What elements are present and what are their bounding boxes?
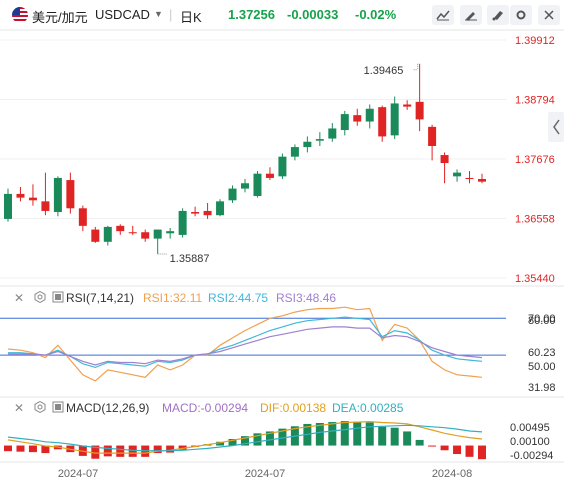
candle-body [340, 114, 349, 131]
macd-axis-label: 0.00100 [510, 436, 550, 448]
candle-body [178, 210, 187, 235]
candle-body [328, 128, 337, 139]
macd-histogram-bar [428, 445, 437, 447]
rsi-settings-icon[interactable] [34, 290, 46, 306]
high-price-label: 1.39465 [364, 65, 404, 77]
price-axis-label: 1.38794 [515, 95, 555, 107]
price-axis-label: 1.35440 [515, 273, 555, 285]
macd-histogram-bar [16, 445, 25, 452]
macd-histogram-bar [4, 445, 12, 452]
macd-histogram-bar [128, 445, 137, 457]
macd-histogram-bar [328, 422, 337, 446]
candle-body [478, 179, 486, 182]
macd-axis-label: -0.00294 [510, 450, 553, 462]
macd-histogram-bar [103, 445, 112, 457]
chevron-left-icon[interactable] [548, 112, 564, 142]
candle-body [216, 201, 225, 216]
candle-body [203, 210, 212, 216]
price-axis-label: 1.36558 [515, 214, 555, 226]
candle-body [116, 225, 125, 232]
candle-body [16, 193, 25, 198]
candle-body [53, 177, 62, 213]
price-axis-label: 1.39912 [515, 35, 555, 47]
low-price-label: 1.35887 [170, 253, 210, 265]
indicator-icon[interactable] [52, 291, 64, 306]
rsi-axis-label: 60.23 [528, 347, 556, 359]
macd-settings-icon[interactable] [34, 400, 46, 416]
candle-body [465, 177, 474, 180]
macd-histogram-bar [453, 445, 462, 455]
candle-body [4, 193, 12, 219]
candle-body [453, 172, 462, 177]
candle-body [191, 212, 200, 214]
macd-histogram-bar [378, 426, 387, 446]
x-axis-label: 2024-07 [58, 468, 98, 480]
dif-value: DIF:0.00138 [260, 401, 327, 415]
candle-body [278, 156, 287, 177]
candle-body [28, 197, 37, 201]
macd-indicator-icon[interactable] [52, 401, 64, 416]
candle-body [390, 103, 399, 136]
candle-body [428, 126, 437, 147]
candle-body [228, 188, 237, 201]
candle-body [78, 208, 87, 226]
rsi1-value: RSI1:32.11 [143, 291, 203, 305]
candle-body [41, 201, 50, 211]
candle-body [415, 101, 424, 120]
macd-label: MACD(12,26,9) [66, 401, 150, 415]
rsi3-value: RSI3:48.46 [276, 291, 337, 305]
macd-histogram-bar [390, 427, 399, 446]
macd-close-icon[interactable]: ✕ [14, 401, 24, 415]
candle-body [153, 229, 162, 239]
macd-value: MACD:-0.00294 [162, 401, 249, 415]
macd-histogram-bar [440, 445, 449, 451]
price-axis-label: 1.37676 [515, 154, 555, 166]
macd-histogram-bar [166, 445, 175, 453]
rsi-close-icon[interactable]: ✕ [14, 291, 24, 305]
macd-histogram-bar [415, 439, 424, 446]
macd-histogram-bar [478, 445, 486, 460]
rsi2-value: RSI2:44.75 [208, 291, 269, 305]
candle-body [303, 141, 312, 148]
candle-body [378, 107, 387, 137]
macd-histogram-bar [315, 422, 324, 446]
x-axis-label: 2024-08 [432, 468, 472, 480]
macd-histogram-bar [353, 421, 362, 446]
candle-body [315, 139, 324, 141]
macd-histogram-bar [403, 431, 412, 446]
dea-value: DEA:0.00285 [332, 401, 404, 415]
candle-body [91, 229, 100, 242]
macd-histogram-bar [28, 445, 37, 453]
candle-body [403, 104, 412, 107]
candle-body [290, 147, 299, 157]
candle-body [440, 155, 449, 164]
rsi-label: RSI(7,14,21) [66, 291, 135, 305]
rsi-axis-label: 50.00 [528, 361, 556, 373]
candle-body [103, 226, 112, 242]
candle-body [265, 173, 274, 178]
candle-body [365, 108, 374, 122]
macd-histogram-bar [465, 445, 474, 457]
candle-body [166, 231, 175, 234]
macd-histogram-bar [116, 445, 125, 457]
candle-body [241, 183, 249, 189]
candle-body [353, 115, 362, 122]
rsi-axis-label: 70.00 [528, 313, 556, 325]
candle-body [141, 232, 150, 239]
macd-axis-label: 0.00495 [510, 422, 550, 434]
macd-histogram-bar [365, 422, 374, 446]
candle-body [128, 232, 137, 234]
x-axis-label: 2024-07 [245, 468, 285, 480]
macd-histogram-bar [340, 421, 349, 446]
candle-body [66, 180, 75, 209]
rsi-axis-label: 31.98 [528, 382, 556, 394]
candle-body [253, 173, 262, 197]
